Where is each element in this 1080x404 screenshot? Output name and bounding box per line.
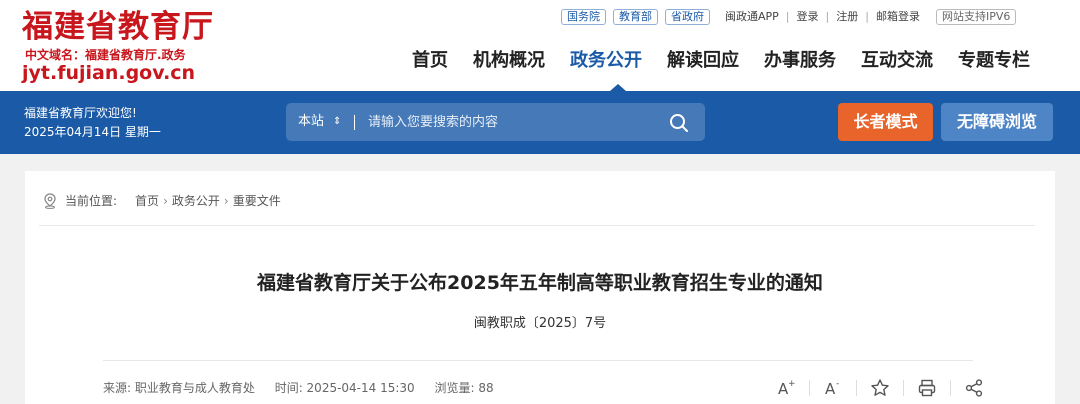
search-divider [354, 115, 355, 130]
active-nav-indicator-icon [610, 84, 626, 91]
link-state-council[interactable]: 国务院 [561, 9, 606, 25]
breadcrumb-current[interactable]: 重要文件 [233, 193, 281, 209]
svg-text:-: - [836, 379, 839, 389]
document-number: 闽教职成〔2025〕7号 [473, 316, 607, 331]
tool-separator [950, 380, 951, 396]
article-tools: A + A- [775, 377, 985, 399]
elder-mode-button[interactable]: 长者模式 [838, 103, 933, 141]
breadcrumb-label: 当前位置: [65, 194, 118, 208]
site-header: 福建省教育厅 中文域名：福建省教育厅.政务 jyt.fujian.gov.cn … [0, 0, 1080, 91]
tool-separator [903, 380, 904, 396]
article-card: 当前位置: 首页 › 政务公开 › 重要文件 福建省教育厅关于公布2025年五年… [25, 171, 1055, 404]
separator: | [785, 10, 790, 23]
nav-item-services[interactable]: 办事服务 [764, 46, 836, 76]
breadcrumb-separator: › [163, 194, 168, 208]
nav-item-home[interactable]: 首页 [412, 46, 448, 76]
ipv6-badge: 网站支持IPV6 [935, 9, 1017, 25]
search-icon[interactable] [668, 112, 690, 134]
tool-separator [856, 380, 857, 396]
svg-text:A: A [825, 380, 836, 398]
svg-text:+: + [788, 379, 796, 389]
tool-separator [809, 380, 810, 396]
link-login[interactable]: 登录 [797, 9, 819, 25]
article-views: 浏览量: 88 [434, 381, 494, 395]
search-bar-band: 福建省教育厅欢迎您! 2025年04月14日 星期一 本站 ⇕ 长者模式 无障碍… [0, 91, 1080, 154]
main-nav: 首页 机构概况 政务公开 解读回应 办事服务 互动交流 专题专栏 [412, 46, 1055, 76]
nav-item-interpretation[interactable]: 解读回应 [667, 46, 739, 76]
separator: | [825, 10, 830, 23]
divider [103, 360, 973, 361]
site-logo-subtitle: 中文域名：福建省教育厅.政务 [25, 48, 186, 62]
print-icon[interactable] [916, 377, 938, 399]
article-title: 福建省教育厅关于公布2025年五年制高等职业教育招生专业的通知 [257, 272, 823, 294]
site-logo-title[interactable]: 福建省教育厅 [22, 8, 214, 46]
breadcrumb-home[interactable]: 首页 [135, 193, 159, 209]
nav-item-organization[interactable]: 机构概况 [473, 46, 545, 76]
font-increase-icon[interactable]: A + [775, 377, 797, 399]
current-date: 2025年04月14日 星期一 [24, 125, 161, 139]
link-app[interactable]: 闽政通APP [725, 9, 779, 25]
link-mail-login[interactable]: 邮箱登录 [876, 9, 920, 25]
nav-item-interaction[interactable]: 互动交流 [861, 46, 933, 76]
favorite-star-icon[interactable] [869, 377, 891, 399]
top-links: 国务院 教育部 省政府 闽政通APP | 登录 | 注册 | 邮箱登录 网站支持… [561, 8, 1017, 26]
font-decrease-icon[interactable]: A- [822, 377, 844, 399]
search-input[interactable] [368, 103, 658, 141]
share-icon[interactable] [963, 377, 985, 399]
site-logo-domain: jyt.fujian.gov.cn [22, 62, 196, 84]
welcome-text: 福建省教育厅欢迎您! [24, 106, 137, 120]
nav-item-special-topics[interactable]: 专题专栏 [958, 46, 1030, 76]
accessible-browse-button[interactable]: 无障碍浏览 [941, 103, 1053, 141]
article-meta: 来源: 职业教育与成人教育处 时间: 2025-04-14 15:30 浏览量:… [103, 379, 510, 397]
location-pin-icon [44, 193, 56, 209]
link-provincial-gov[interactable]: 省政府 [665, 9, 710, 25]
search-scope-select[interactable]: 本站 [298, 103, 324, 141]
search-box: 本站 ⇕ [286, 103, 705, 141]
article-source: 来源: 职业教育与成人教育处 [103, 381, 255, 395]
breadcrumb: 当前位置: 首页 › 政务公开 › 重要文件 [43, 193, 281, 209]
breadcrumb-section[interactable]: 政务公开 [172, 193, 220, 209]
breadcrumb-separator: › [223, 194, 229, 208]
nav-item-gov-affairs[interactable]: 政务公开 [570, 46, 642, 76]
divider [39, 225, 1035, 226]
article-time: 时间: 2025-04-14 15:30 [274, 381, 415, 395]
link-register[interactable]: 注册 [836, 9, 858, 25]
scope-toggle-icon[interactable]: ⇕ [333, 103, 341, 141]
separator: | [865, 10, 869, 23]
link-ministry-education[interactable]: 教育部 [613, 9, 658, 25]
